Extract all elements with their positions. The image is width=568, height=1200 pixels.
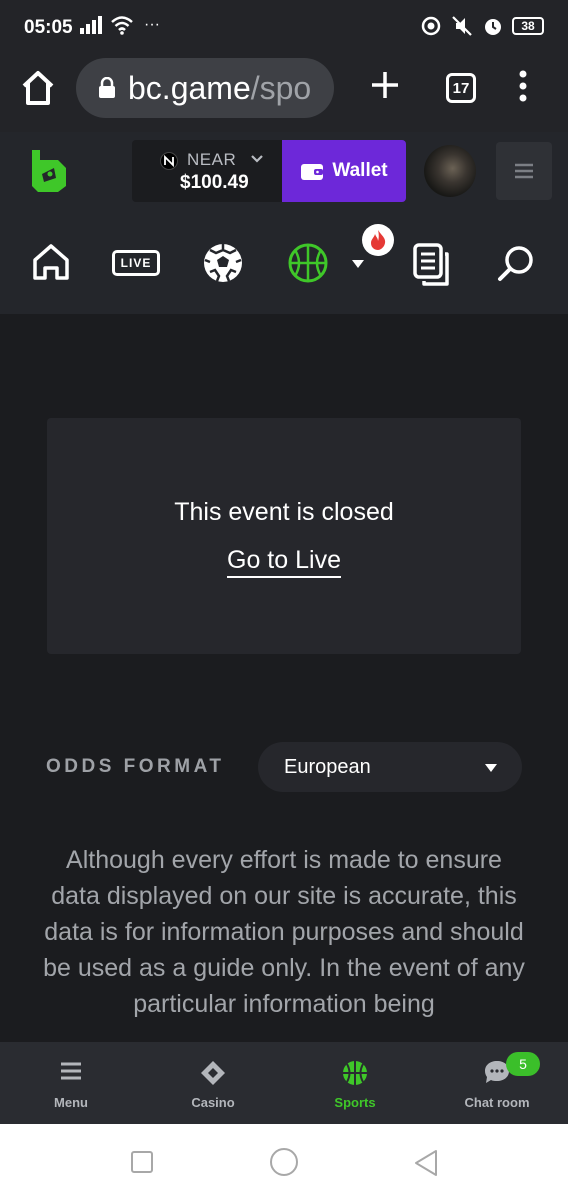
status-time: 05:05	[24, 17, 73, 38]
status-more-icon: ···	[144, 16, 160, 33]
event-closed-message: This event is closed	[174, 498, 394, 526]
url-path: /spo	[250, 69, 312, 106]
url-text: bc.game/spo	[128, 70, 311, 107]
bottom-nav-sports[interactable]: Sports	[284, 1042, 426, 1124]
menu-lines-icon	[515, 163, 533, 179]
wallet-button[interactable]: Wallet	[282, 140, 406, 202]
odds-format-value: European	[284, 755, 371, 778]
odds-format-label: ODDS FORMAT	[46, 756, 225, 777]
hamburger-icon	[61, 1062, 81, 1080]
bottom-nav-casino-label: Casino	[191, 1095, 235, 1110]
event-closed-card: This event is closed Go to Live	[47, 418, 521, 654]
wallet-icon	[301, 164, 324, 180]
url-host: bc.game	[128, 69, 251, 106]
data-saver-icon	[421, 16, 441, 36]
browser-toolbar: bc.game/spo 17	[0, 56, 568, 132]
disclaimer-text: Although every effort is made to ensure …	[43, 846, 525, 1018]
home-circle-icon[interactable]	[268, 1146, 300, 1178]
back-triangle-icon[interactable]	[412, 1148, 440, 1178]
new-tab-icon[interactable]	[368, 68, 402, 102]
bottom-nav-chat-label: Chat room	[464, 1095, 530, 1110]
tab-switcher-button[interactable]: 17	[446, 73, 476, 103]
go-to-live-link-wrapper: Go to Live	[47, 546, 521, 578]
recents-icon[interactable]	[130, 1150, 154, 1174]
battery-icon: 38	[512, 17, 544, 35]
main-content: This event is closed Go to Live ODDS FOR…	[0, 314, 568, 1042]
status-bar: 05:05 ··· 38	[0, 0, 568, 56]
live-icon[interactable]: LIVE	[112, 250, 160, 276]
sports-home-icon[interactable]	[32, 240, 70, 284]
basketball-icon[interactable]	[287, 242, 329, 284]
bottom-nav-chat[interactable]: Chat room	[426, 1042, 568, 1124]
browser-home-icon[interactable]	[18, 68, 58, 108]
search-icon[interactable]	[496, 244, 536, 284]
sports-nav-bar: LIVE	[0, 212, 568, 314]
bottom-nav: Menu Casino Sports Chat room 5	[0, 1042, 568, 1124]
bottom-nav-casino[interactable]: Casino	[142, 1042, 284, 1124]
odds-format-select[interactable]: European	[258, 742, 522, 792]
chevron-down-icon	[251, 155, 263, 163]
system-nav-bar	[0, 1124, 568, 1200]
near-token-icon	[160, 152, 178, 170]
site-header: NEAR $100.49 Wallet	[0, 132, 568, 212]
chat-unread-badge: 5	[506, 1052, 540, 1076]
more-sports-caret-icon[interactable]	[350, 258, 366, 270]
browser-menu-icon[interactable]	[512, 70, 534, 102]
betslip-icon[interactable]	[412, 242, 452, 288]
bottom-nav-menu-label: Menu	[54, 1095, 88, 1110]
caret-down-icon	[485, 764, 497, 772]
signal-icon	[80, 16, 102, 34]
fire-icon	[371, 230, 386, 250]
address-bar[interactable]: bc.game/spo	[76, 58, 334, 118]
header-menu-button[interactable]	[496, 142, 552, 200]
bc-game-logo[interactable]	[28, 148, 68, 194]
soccer-ball-icon[interactable]	[202, 242, 244, 284]
hot-badge	[362, 224, 394, 256]
status-icons-right: 38	[420, 15, 544, 37]
wifi-icon	[111, 16, 133, 35]
balance-amount: $100.49	[180, 172, 249, 193]
user-avatar[interactable]	[424, 145, 476, 197]
currency-label: NEAR	[187, 150, 237, 169]
sports-ball-icon	[343, 1061, 367, 1085]
status-icons-left: ···	[80, 14, 160, 36]
go-to-live-link[interactable]: Go to Live	[227, 546, 341, 578]
casino-cards-icon	[201, 1061, 225, 1085]
balance-selector[interactable]: NEAR $100.49	[132, 140, 282, 202]
live-label: LIVE	[120, 256, 152, 270]
bottom-nav-menu[interactable]: Menu	[0, 1042, 142, 1124]
mute-icon	[452, 16, 472, 36]
bottom-nav-sports-label: Sports	[334, 1095, 376, 1110]
wallet-label: Wallet	[332, 160, 388, 181]
alarm-icon	[485, 19, 501, 35]
lock-icon	[99, 77, 115, 98]
